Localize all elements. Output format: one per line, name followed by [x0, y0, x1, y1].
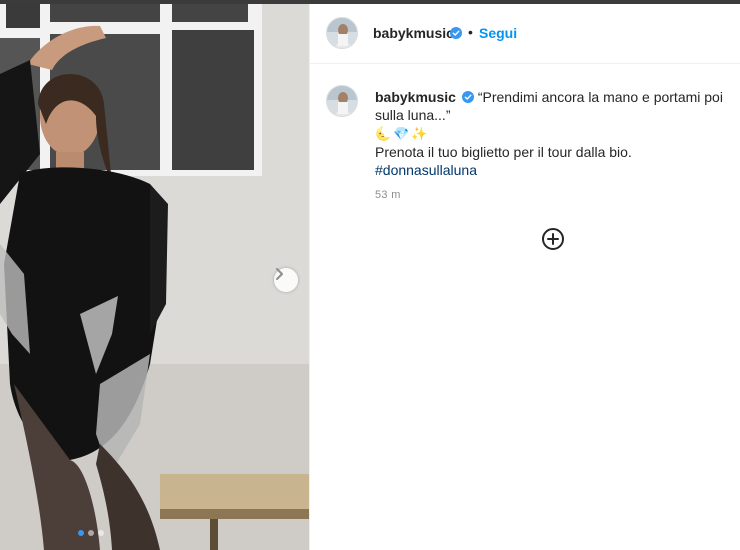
hashtag-link[interactable]: #donnasullaluna [375, 162, 477, 178]
verified-badge-icon [461, 91, 474, 103]
avatar-icon [327, 86, 357, 116]
load-more-comments-button[interactable] [541, 227, 565, 251]
caption-username-link[interactable]: babykmusic [375, 89, 456, 105]
caption-line2: Prenota il tuo biglietto per il tour dal… [375, 144, 632, 160]
carousel-dot-3 [98, 530, 104, 536]
post-details-panel: babykmusic • Segui babykmusic “Prendimi … [309, 4, 740, 550]
carousel-dot-2 [88, 530, 94, 536]
post-timestamp[interactable]: 53 m [375, 189, 401, 201]
photo-illustration [0, 4, 309, 550]
username-link[interactable]: babykmusic [373, 25, 454, 41]
caption-text: babykmusic “Prendimi ancora la mano e po… [375, 88, 740, 179]
verified-badge-icon [450, 27, 462, 39]
carousel-dot-1 [78, 530, 84, 536]
carousel-indicator [78, 530, 104, 536]
chevron-right-icon [276, 268, 283, 280]
post-photo[interactable] [0, 4, 309, 550]
profile-avatar[interactable] [326, 17, 358, 49]
follow-button[interactable]: Segui [479, 25, 517, 41]
caption-avatar[interactable] [326, 85, 358, 117]
header-separator: • [468, 24, 473, 40]
carousel-next-button[interactable] [274, 268, 298, 292]
avatar-icon [327, 18, 357, 48]
caption-emojis: 🌜💎✨ [375, 126, 430, 141]
plus-circle-icon [542, 228, 564, 250]
post-header: babykmusic • Segui [310, 4, 740, 64]
